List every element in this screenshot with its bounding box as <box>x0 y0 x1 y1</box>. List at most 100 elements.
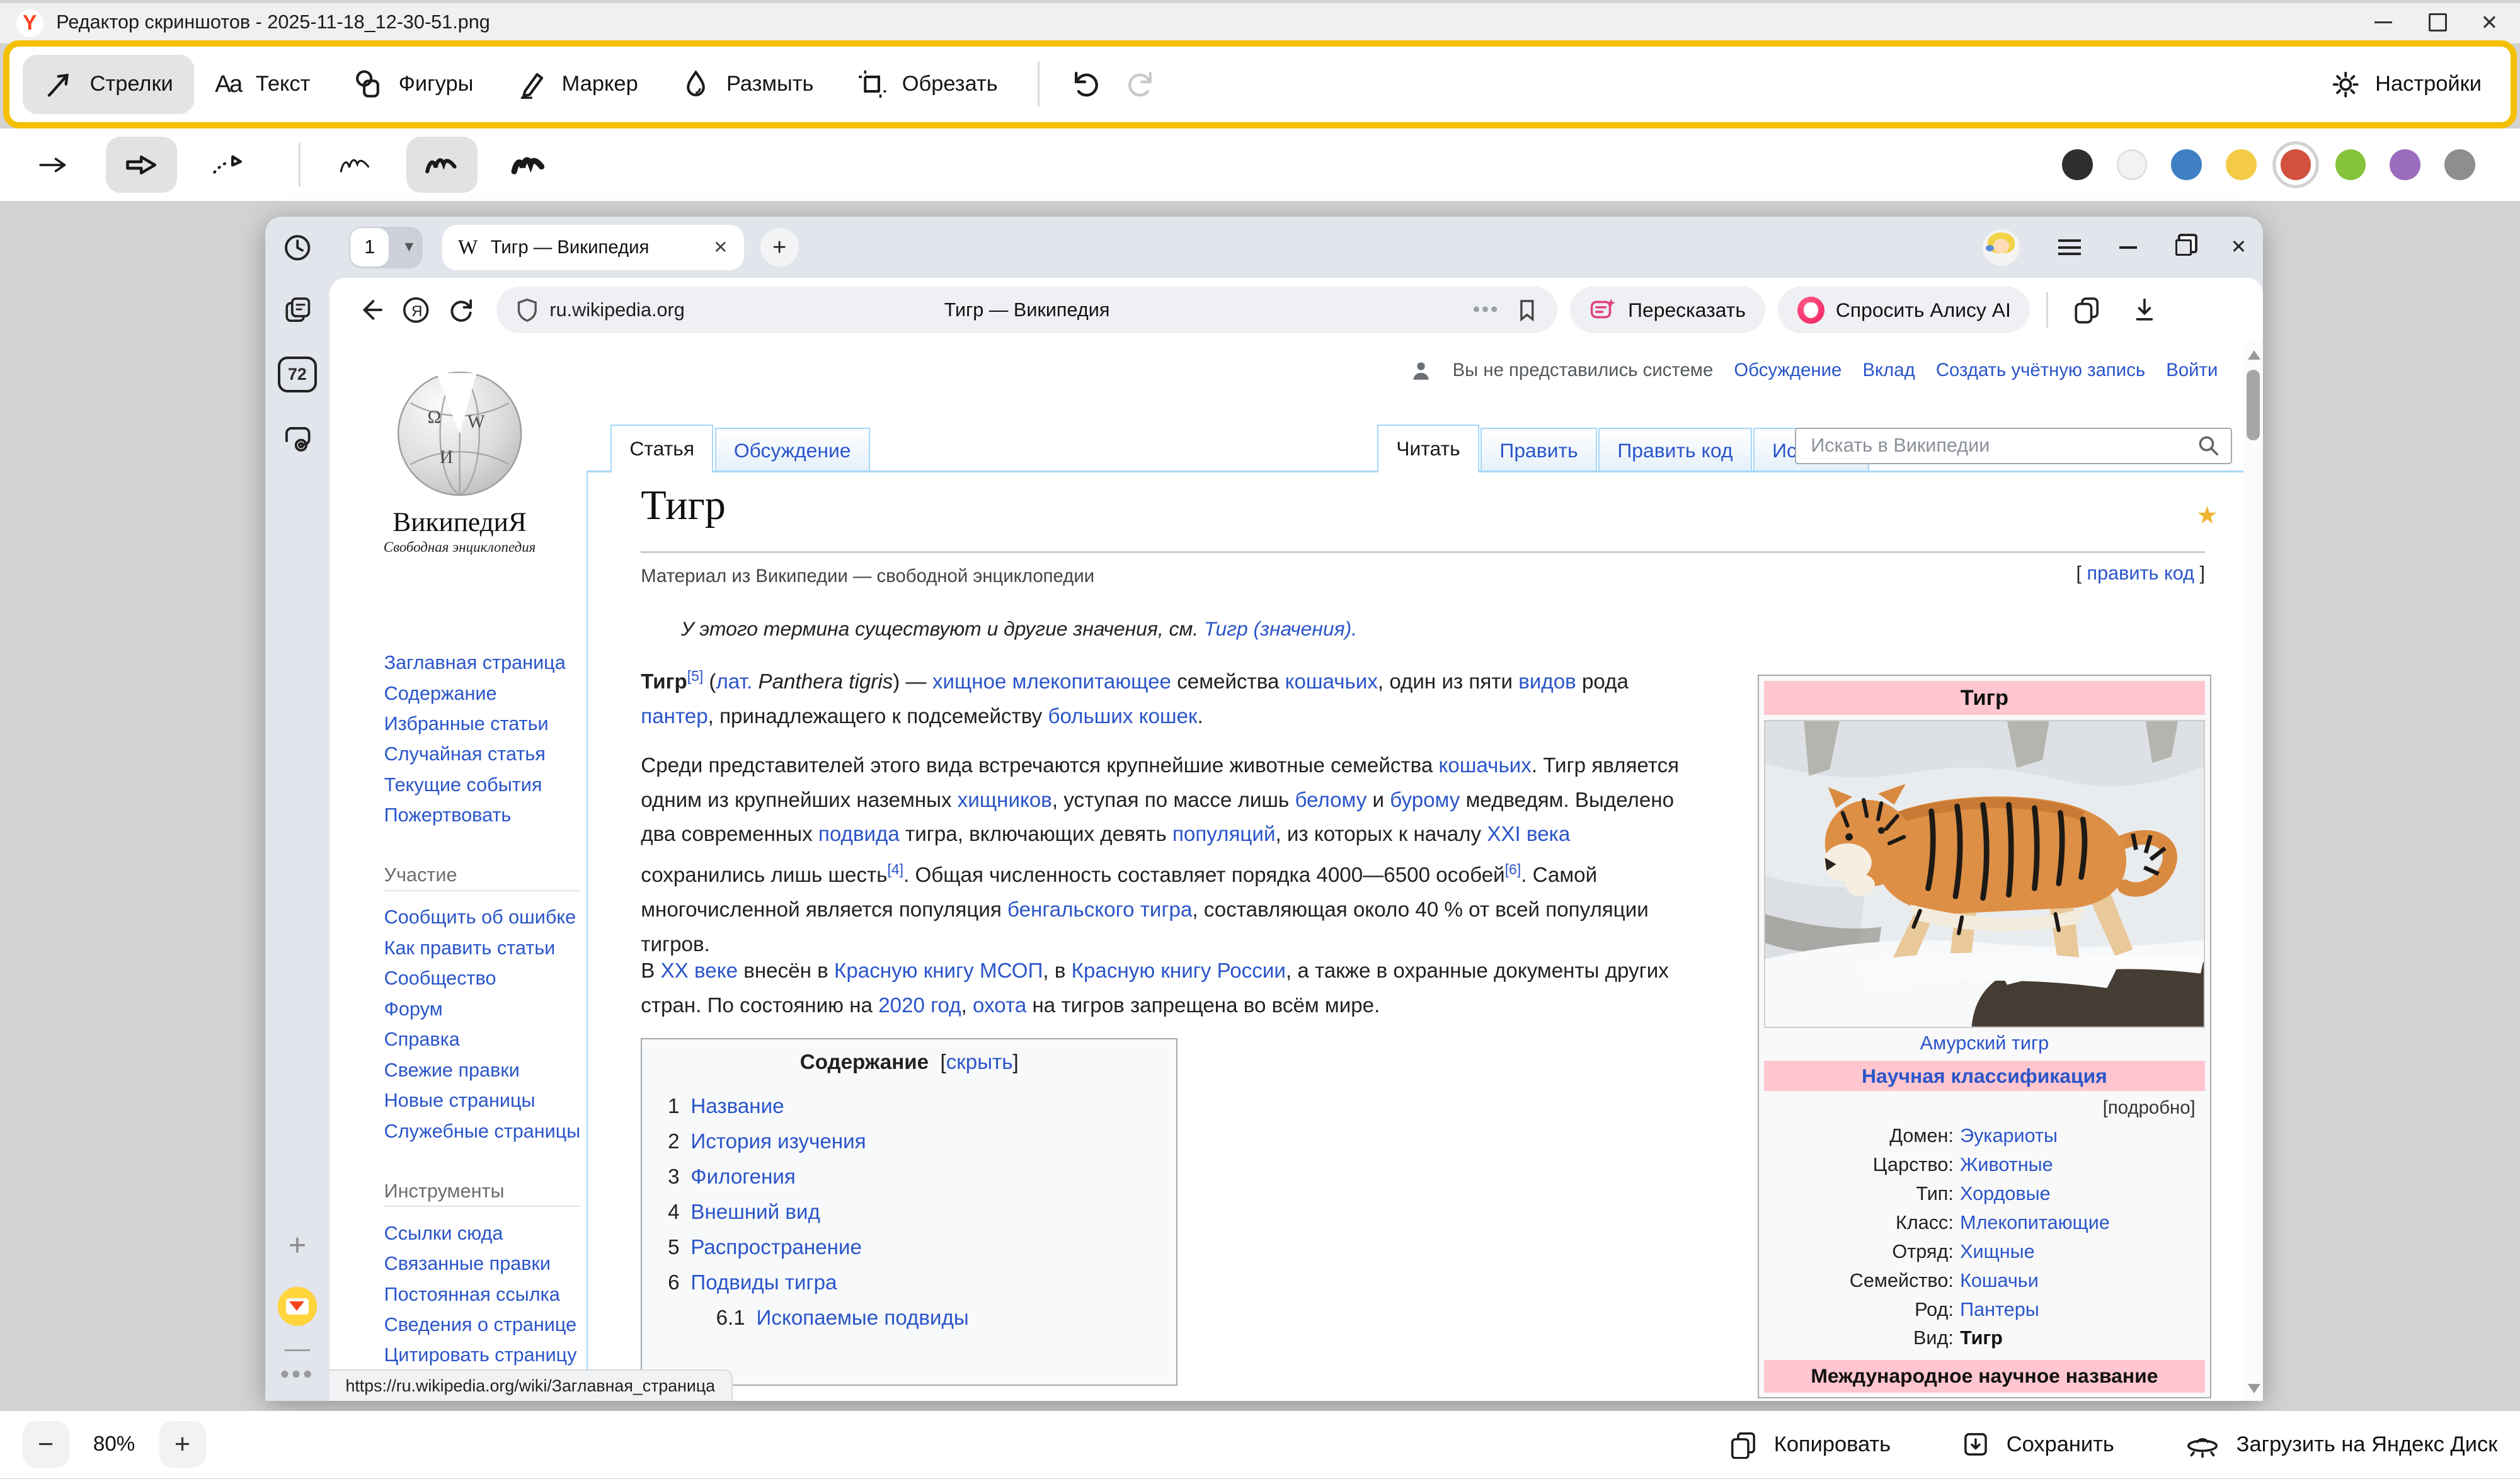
marker-width-thin[interactable] <box>320 137 391 193</box>
toc-link[interactable]: Подвиды тигра <box>690 1271 837 1294</box>
browser-minimize-button[interactable] <box>2119 246 2137 249</box>
wiki-link[interactable]: XXI века <box>1487 823 1570 846</box>
wiki-link[interactable]: подвида <box>818 823 900 846</box>
window-maximize-button[interactable] <box>2414 3 2463 42</box>
sidebar-more-icon[interactable]: ••• <box>278 1354 316 1393</box>
wiki-link[interactable]: Красную книгу России <box>1072 959 1286 983</box>
taxonomy-value-link[interactable]: Млекопитающие <box>1960 1209 2205 1238</box>
wiki-link[interactable]: пантер <box>641 705 707 728</box>
yandex-search-icon[interactable]: Я <box>394 288 438 333</box>
tool-shapes[interactable]: Фигуры <box>331 55 495 114</box>
sidebar-link[interactable]: Новые страницы <box>384 1085 580 1116</box>
sidebar-link[interactable]: Сообщить об ошибке <box>384 902 580 932</box>
wiki-link[interactable]: бурому <box>1390 789 1460 812</box>
classification-header-link[interactable]: Научная классификация <box>1764 1061 2205 1090</box>
user-link[interactable]: Создать учётную запись <box>1936 360 2145 381</box>
color-swatch-blue[interactable] <box>2171 149 2201 180</box>
wiki-link[interactable]: [6] <box>1505 861 1521 877</box>
download-icon[interactable] <box>2122 288 2167 333</box>
toc-hide-link[interactable]: скрыть <box>946 1051 1013 1074</box>
wikipedia-logo[interactable]: Ω W И ВикипедиЯ Свободная энциклопедия <box>329 362 590 556</box>
wiki-search-box[interactable] <box>1795 428 2232 465</box>
browser-tab-active[interactable]: W Тигр — Википедия ✕ <box>442 225 745 270</box>
tool-text[interactable]: Aa Текст <box>194 55 331 114</box>
undo-button[interactable] <box>1059 57 1114 112</box>
wiki-tab-Статья[interactable]: Статья <box>610 425 713 472</box>
edit-code-link[interactable]: [ править код ] <box>2076 562 2205 585</box>
color-swatch-red[interactable] <box>2281 149 2311 180</box>
zoom-out-button[interactable]: − <box>23 1421 69 1468</box>
reload-button[interactable] <box>438 288 483 333</box>
alice-avatar[interactable] <box>1983 229 2020 266</box>
taxobox-caption-link[interactable]: Амурский тигр <box>1764 1028 2205 1061</box>
screenshot-tool-icon[interactable] <box>278 420 316 458</box>
back-button[interactable] <box>349 288 394 333</box>
wiki-link[interactable]: XX веке <box>661 959 738 983</box>
user-link[interactable]: Обсуждение <box>1734 360 1841 381</box>
wiki-link[interactable]: хищное млекопитающее <box>932 670 1171 694</box>
toc-link[interactable]: Внешний вид <box>690 1201 820 1224</box>
wiki-search-input[interactable] <box>1807 433 2197 459</box>
wiki-link[interactable]: хищников <box>958 789 1052 812</box>
sidebar-link[interactable]: Связанные правки <box>384 1248 580 1279</box>
toc-link[interactable]: История изучения <box>690 1130 866 1153</box>
taxonomy-value-link[interactable]: Хищные <box>1960 1238 2205 1267</box>
ask-alice-button[interactable]: Спросить Алису AI <box>1778 287 2030 333</box>
sidebar-link[interactable]: Справка <box>384 1024 580 1054</box>
toc-link[interactable]: Ископаемые подвиды <box>757 1306 969 1330</box>
wiki-link[interactable]: больших кошек <box>1048 705 1197 728</box>
toc-link[interactable]: Название <box>690 1095 784 1118</box>
browser-restore-button[interactable] <box>2175 239 2192 256</box>
summarize-button[interactable]: Пересказать <box>1570 287 1765 333</box>
sidebar-link[interactable]: Ссылки сюда <box>384 1218 580 1248</box>
wiki-link[interactable]: [4] <box>888 861 904 877</box>
sidebar-link[interactable]: Цитировать страницу <box>384 1340 580 1370</box>
wiki-link[interactable]: видов <box>1518 670 1576 694</box>
color-swatch-gray[interactable] <box>2444 149 2475 180</box>
sidebar-link[interactable]: Заглавная страница <box>384 648 580 678</box>
color-swatch-black[interactable] <box>2062 149 2092 180</box>
sidebar-link[interactable]: Сообщество <box>384 963 580 993</box>
wiki-link[interactable]: Тигр (значения). <box>1204 617 1357 640</box>
color-swatch-yellow[interactable] <box>2226 149 2256 180</box>
bookmark-icon[interactable] <box>1516 297 1538 323</box>
menu-hamburger-icon[interactable] <box>2058 236 2081 260</box>
scroll-up-arrow[interactable] <box>2248 350 2260 360</box>
tool-marker[interactable]: Маркер <box>495 55 659 114</box>
browser-close-button[interactable]: ✕ <box>2231 236 2247 258</box>
taxonomy-value-link[interactable]: Эукариоты <box>1960 1122 2205 1151</box>
wiki-link[interactable]: лат. <box>716 670 752 694</box>
extensions-icon[interactable] <box>2064 288 2109 333</box>
scroll-down-arrow[interactable] <box>2248 1384 2260 1393</box>
copy-button[interactable]: Копировать <box>1729 1430 1891 1459</box>
sidebar-link[interactable]: Текущие события <box>384 770 580 800</box>
tabs-panel-icon[interactable] <box>278 291 316 329</box>
sidebar-link[interactable]: Постоянная ссылка <box>384 1279 580 1310</box>
page-scrollbar[interactable] <box>2243 342 2263 1401</box>
wiki-tab-Читать[interactable]: Читать <box>1377 425 1479 472</box>
window-close-button[interactable]: ✕ <box>2465 3 2514 42</box>
featured-star-icon[interactable]: ★ <box>2196 501 2218 530</box>
toc-link[interactable]: Распространение <box>690 1236 862 1259</box>
sidebar-link[interactable]: Форум <box>384 994 580 1024</box>
taxonomy-value-link[interactable]: Животные <box>1960 1151 2205 1180</box>
sidebar-link[interactable]: Свежие правки <box>384 1055 580 1085</box>
tool-crop[interactable]: Обрезать <box>835 55 1019 114</box>
redo-button[interactable] <box>1113 57 1168 112</box>
sidebar-add-icon[interactable]: + <box>278 1226 316 1264</box>
wiki-link[interactable]: кошачьих <box>1439 754 1532 777</box>
taxonomy-value-link[interactable]: Хордовые <box>1960 1180 2205 1209</box>
user-link[interactable]: Вклад <box>1862 360 1915 381</box>
classification-details-link[interactable]: [подробно] <box>1764 1091 2205 1122</box>
color-swatch-white[interactable] <box>2117 149 2147 180</box>
yandex-mail-icon[interactable] <box>278 1287 316 1325</box>
history-clock-icon[interactable] <box>278 228 316 266</box>
toc-link[interactable]: Филогения <box>690 1165 795 1189</box>
wiki-tab-Обсуждение[interactable]: Обсуждение <box>715 428 870 472</box>
wiki-link[interactable]: популяций <box>1172 823 1276 846</box>
wiki-link[interactable]: 2020 год <box>878 994 961 1017</box>
zoom-in-button[interactable]: + <box>159 1421 206 1468</box>
sidebar-link[interactable]: Служебные страницы <box>384 1116 580 1146</box>
sidebar-link[interactable]: Случайная статья <box>384 739 580 769</box>
sidebar-link[interactable]: Пожертвовать <box>384 800 580 830</box>
